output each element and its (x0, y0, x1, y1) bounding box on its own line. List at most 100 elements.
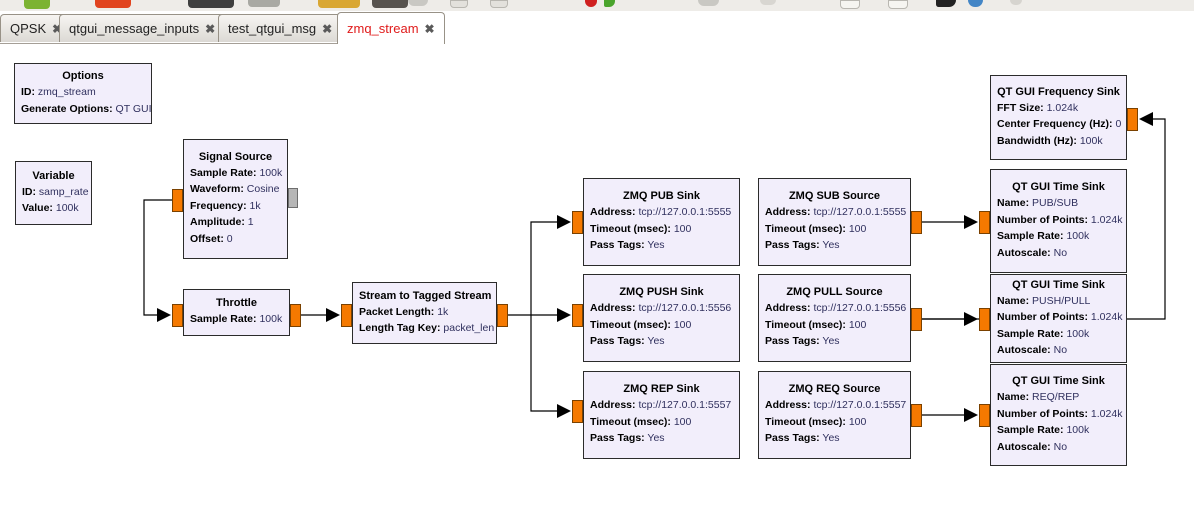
block-param: Pass Tags: Yes (590, 432, 665, 445)
block-variable[interactable]: Variable ID: samp_rate Value: 100k (15, 161, 92, 225)
block-title: QT GUI Time Sink (1012, 278, 1105, 291)
block-title: Options (62, 70, 104, 82)
help-icon[interactable] (968, 0, 983, 7)
zoom-in-icon[interactable] (840, 0, 860, 9)
save-flowgraph-icon[interactable] (188, 0, 234, 8)
tab-close-icon[interactable]: ✖ (205, 22, 215, 36)
undo-icon[interactable] (698, 0, 719, 6)
output-port[interactable] (290, 304, 301, 327)
input-port[interactable] (979, 211, 990, 234)
block-title: QT GUI Time Sink (1012, 375, 1105, 387)
block-title: ZMQ REP Sink (623, 383, 700, 396)
flowgraph-canvas[interactable]: Options ID: zmq_stream Generate Options:… (0, 44, 1194, 521)
search-icon[interactable] (936, 0, 956, 7)
close-flowgraph-icon[interactable] (248, 0, 280, 7)
block-param: Pass Tags: Yes (765, 335, 840, 348)
edit-icon[interactable] (318, 0, 360, 8)
block-param: Waveform: Cosine (190, 183, 280, 196)
block-param: Sample Rate: 100k (997, 424, 1090, 436)
block-param: Bandwidth (Hz): 100k (997, 134, 1103, 147)
tab-test-qtgui-msg[interactable]: test_qtgui_msg ✖ (218, 14, 343, 42)
block-param: FFT Size: 1.024k (997, 101, 1079, 114)
connection-stts-to-rep[interactable] (530, 315, 557, 412)
connection-stts-to-pub[interactable] (508, 221, 557, 316)
paste-icon[interactable] (490, 0, 508, 8)
redo-icon[interactable] (760, 0, 776, 5)
arrow-icon (326, 308, 340, 322)
block-param: Timeout (msec): 100 (765, 222, 867, 235)
options-icon[interactable] (1010, 0, 1022, 5)
block-qt-gui-frequency-sink[interactable]: QT GUI Frequency Sink FFT Size: 1.024k C… (990, 75, 1127, 160)
tab-qtgui-message-inputs[interactable]: qtgui_message_inputs ✖ (59, 14, 226, 42)
block-options[interactable]: Options ID: zmq_stream Generate Options:… (14, 63, 152, 124)
block-param: Timeout (msec): 100 (590, 318, 692, 331)
block-param: Address: tcp://127.0.0.1:5555 (590, 206, 732, 219)
input-port[interactable] (572, 304, 583, 327)
cut-icon[interactable] (408, 0, 428, 6)
connection-signal-to-throttle[interactable] (143, 199, 172, 316)
block-param: Timeout (msec): 100 (590, 415, 692, 428)
block-qt-gui-time-sink-pubsub[interactable]: QT GUI Time Sink Name: PUB/SUB Number of… (990, 169, 1127, 273)
tab-close-icon[interactable]: ✖ (425, 22, 435, 36)
output-port[interactable] (911, 211, 922, 234)
zoom-out-icon[interactable] (888, 0, 908, 9)
block-param: Generate Options: QT GUI (21, 102, 152, 115)
block-stream-to-tagged-stream[interactable]: Stream to Tagged Stream Packet Length: 1… (352, 282, 497, 344)
output-port[interactable] (911, 308, 922, 331)
input-port[interactable] (979, 308, 990, 331)
block-title: ZMQ SUB Source (788, 190, 881, 203)
block-title: ZMQ REQ Source (788, 383, 881, 396)
grc-window: { "colors": { "block_fill": "#f2eefb", "… (0, 0, 1194, 521)
arrow-icon (964, 312, 978, 326)
tab-label: zmq_stream (347, 21, 419, 36)
tab-label: qtgui_message_inputs (69, 21, 200, 36)
block-param: Name: REQ/REP (997, 391, 1080, 403)
tab-zmq-stream[interactable]: zmq_stream ✖ (337, 12, 445, 44)
block-zmq-pub-sink[interactable]: ZMQ PUB Sink Address: tcp://127.0.0.1:55… (583, 178, 740, 266)
block-param: Address: tcp://127.0.0.1:5556 (590, 302, 732, 315)
input-port[interactable] (979, 404, 990, 427)
block-zmq-rep-sink[interactable]: ZMQ REP Sink Address: tcp://127.0.0.1:55… (583, 371, 740, 459)
error-check-icon[interactable] (585, 0, 597, 7)
block-param: Frequency: 1k (190, 199, 261, 212)
block-param: Name: PUB/SUB (997, 197, 1079, 209)
tab-bar: QPSK ✖ qtgui_message_inputs ✖ test_qtgui… (0, 11, 1194, 44)
output-port[interactable] (497, 304, 508, 327)
output-port[interactable] (172, 189, 183, 212)
block-qt-gui-time-sink-reqrep[interactable]: QT GUI Time Sink Name: REQ/REP Number of… (990, 364, 1127, 466)
block-param: Address: tcp://127.0.0.1:5555 (765, 206, 907, 219)
arrow-icon (557, 404, 571, 418)
block-zmq-pull-source[interactable]: ZMQ PULL Source Address: tcp://127.0.0.1… (758, 274, 911, 362)
block-signal-source[interactable]: Signal Source Sample Rate: 100k Waveform… (183, 139, 288, 259)
unused-port[interactable] (288, 188, 298, 208)
arrow-icon (557, 308, 571, 322)
print-icon[interactable] (372, 0, 408, 8)
block-title: Stream to Tagged Stream (359, 289, 492, 302)
tab-close-icon[interactable]: ✖ (322, 22, 332, 36)
arrow-icon (964, 215, 978, 229)
block-param: Name: PUSH/PULL (997, 294, 1091, 307)
block-zmq-push-sink[interactable]: ZMQ PUSH Sink Address: tcp://127.0.0.1:5… (583, 274, 740, 362)
block-throttle[interactable]: Throttle Sample Rate: 100k (183, 289, 290, 336)
block-zmq-req-source[interactable]: ZMQ REQ Source Address: tcp://127.0.0.1:… (758, 371, 911, 459)
block-param: Sample Rate: 100k (997, 230, 1090, 242)
block-param: Address: tcp://127.0.0.1:5557 (590, 399, 732, 412)
new-flowgraph-icon[interactable] (24, 0, 50, 9)
copy-icon[interactable] (450, 0, 468, 8)
block-param: Value: 100k (22, 202, 79, 214)
block-param: Sample Rate: 100k (997, 327, 1090, 340)
input-port[interactable] (341, 304, 352, 327)
run-icon[interactable] (604, 0, 615, 7)
open-flowgraph-icon[interactable] (95, 0, 131, 8)
input-port[interactable] (572, 211, 583, 234)
block-zmq-sub-source[interactable]: ZMQ SUB Source Address: tcp://127.0.0.1:… (758, 178, 911, 266)
input-port[interactable] (1127, 108, 1138, 131)
input-port[interactable] (172, 304, 183, 327)
block-qt-gui-time-sink-pushpull[interactable]: QT GUI Time Sink Name: PUSH/PULL Number … (990, 274, 1127, 363)
output-port[interactable] (911, 404, 922, 427)
block-param: Length Tag Key: packet_len (359, 322, 495, 334)
block-param: Autoscale: No (997, 344, 1068, 356)
input-port[interactable] (572, 400, 583, 423)
block-param: Offset: 0 (190, 232, 233, 245)
block-param: Timeout (msec): 100 (765, 415, 867, 428)
